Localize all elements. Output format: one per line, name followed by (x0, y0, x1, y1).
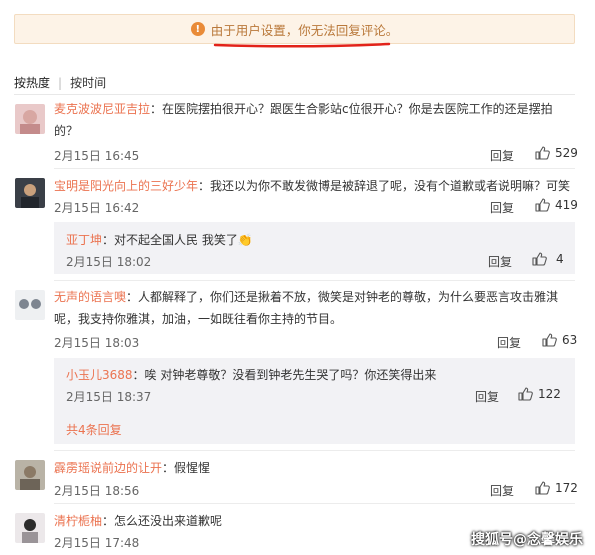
thumbs-up-icon (542, 333, 557, 347)
comment-date: 2月15日 18:03 (54, 336, 140, 350)
comment-divider (54, 168, 575, 169)
like-count: 63 (562, 333, 578, 347)
like-button[interactable]: 122 (518, 387, 561, 401)
tab-sort-by-hot[interactable]: 按热度 (14, 74, 50, 91)
avatar[interactable] (15, 460, 45, 490)
comment-text: 霹雳瑶说前边的让开：假惺惺 (54, 459, 210, 476)
tab-separator: | (58, 75, 63, 90)
comment-body: ：人都解释了，你们还是揪着不放，微笑是对钟老的尊敬，为什么要恶言攻击雅淇呢，我支… (54, 290, 559, 326)
sub-reply-date: 2月15日 18:02 (66, 255, 152, 269)
reply-restriction-notice: ! 由于用户设置，你无法回复评论。 (14, 14, 575, 44)
thumbs-up-icon (535, 481, 550, 495)
comment-body: ：假惺惺 (162, 461, 211, 475)
comment-body: ：怎么还没出来道歉呢 (102, 514, 223, 528)
comment-text: 清柠栀柚：怎么还没出来道歉呢 (54, 512, 222, 529)
like-count: 172 (555, 481, 578, 495)
sort-divider (14, 94, 575, 95)
sub-reply-text: 亚丁坤：对不起全国人民 我笑了👏 (66, 231, 253, 248)
sub-reply-username[interactable]: 小玉儿3688 (66, 368, 133, 382)
tab-sort-by-time[interactable]: 按时间 (70, 74, 106, 91)
more-replies-link[interactable]: 共4条回复 (66, 421, 122, 438)
avatar[interactable] (15, 290, 45, 320)
comment-date: 2月15日 16:42 (54, 201, 140, 215)
thumbs-up-icon (535, 198, 550, 212)
comment-divider (54, 450, 575, 451)
sub-reply-username[interactable]: 亚丁坤 (66, 233, 102, 247)
like-count: 529 (555, 146, 578, 160)
comment-username[interactable]: 麦克波波尼亚吉拉 (54, 102, 150, 116)
like-button[interactable]: 4 (532, 252, 564, 266)
thumbs-up-icon (535, 146, 550, 160)
reply-button[interactable]: 回复 (490, 147, 514, 164)
comment-divider (54, 280, 575, 281)
reply-button[interactable]: 回复 (475, 388, 499, 405)
comment-divider (54, 503, 575, 504)
like-button[interactable]: 63 (542, 333, 577, 347)
red-underline-annotation (213, 42, 391, 48)
comment-text: 宝明是阳光向上的三好少年：我还以为你不敢发微博是被辞退了呢，没有个道歉或者说明嘛… (54, 177, 570, 194)
sub-reply-body: ：对不起全国人民 我笑了 (102, 233, 238, 247)
like-button[interactable]: 419 (535, 198, 578, 212)
comment-body: ：我还以为你不敢发微博是被辞退了呢，没有个道歉或者说明嘛？可笑 (198, 179, 571, 193)
like-count: 419 (555, 198, 578, 212)
like-count: 4 (556, 252, 564, 266)
comment-text: 无声的语言噢：人都解释了，你们还是揪着不放，微笑是对钟老的尊敬，为什么要恶言攻击… (54, 286, 574, 330)
comment-date: 2月15日 17:48 (54, 536, 140, 550)
comment-username[interactable]: 霹雳瑶说前边的让开 (54, 461, 162, 475)
sub-reply-text: 小玉儿3688：唉 对钟老尊敬？没看到钟老先生哭了吗？你还笑得出来 (66, 366, 436, 383)
thumbs-up-icon (532, 252, 547, 266)
comment-username[interactable]: 无声的语言噢 (54, 290, 126, 304)
reply-button[interactable]: 回复 (490, 482, 514, 499)
like-button[interactable]: 529 (535, 146, 578, 160)
thumbs-up-icon (518, 387, 533, 401)
sub-reply-date: 2月15日 18:37 (66, 390, 152, 404)
notice-text: 由于用户设置，你无法回复评论。 (210, 22, 399, 38)
sort-tabs: 按热度 | 按时间 (14, 74, 106, 91)
watermark: 搜狐号@念馨娱乐 (471, 532, 583, 548)
comment-text: 麦克波波尼亚吉拉：在医院摆拍很开心？跟医生合影站c位很开心？你是去医院工作的还是… (54, 98, 574, 142)
reply-button[interactable]: 回复 (490, 199, 514, 216)
comment-username[interactable]: 清柠栀柚 (54, 514, 102, 528)
like-button[interactable]: 172 (535, 481, 578, 495)
comment-date: 2月15日 16:45 (54, 149, 140, 163)
comment-date: 2月15日 18:56 (54, 484, 140, 498)
avatar[interactable] (15, 104, 45, 134)
sub-reply-body: ：唉 对钟老尊敬？没看到钟老先生哭了吗？你还笑得出来 (132, 368, 437, 382)
reply-button[interactable]: 回复 (497, 334, 521, 351)
like-count: 122 (538, 387, 561, 401)
avatar[interactable] (15, 513, 45, 543)
warning-icon: ! (190, 22, 205, 36)
clap-emoji-icon: 👏 (237, 233, 253, 247)
avatar[interactable] (15, 178, 45, 208)
reply-button[interactable]: 回复 (488, 253, 512, 270)
comment-username[interactable]: 宝明是阳光向上的三好少年 (54, 179, 198, 193)
